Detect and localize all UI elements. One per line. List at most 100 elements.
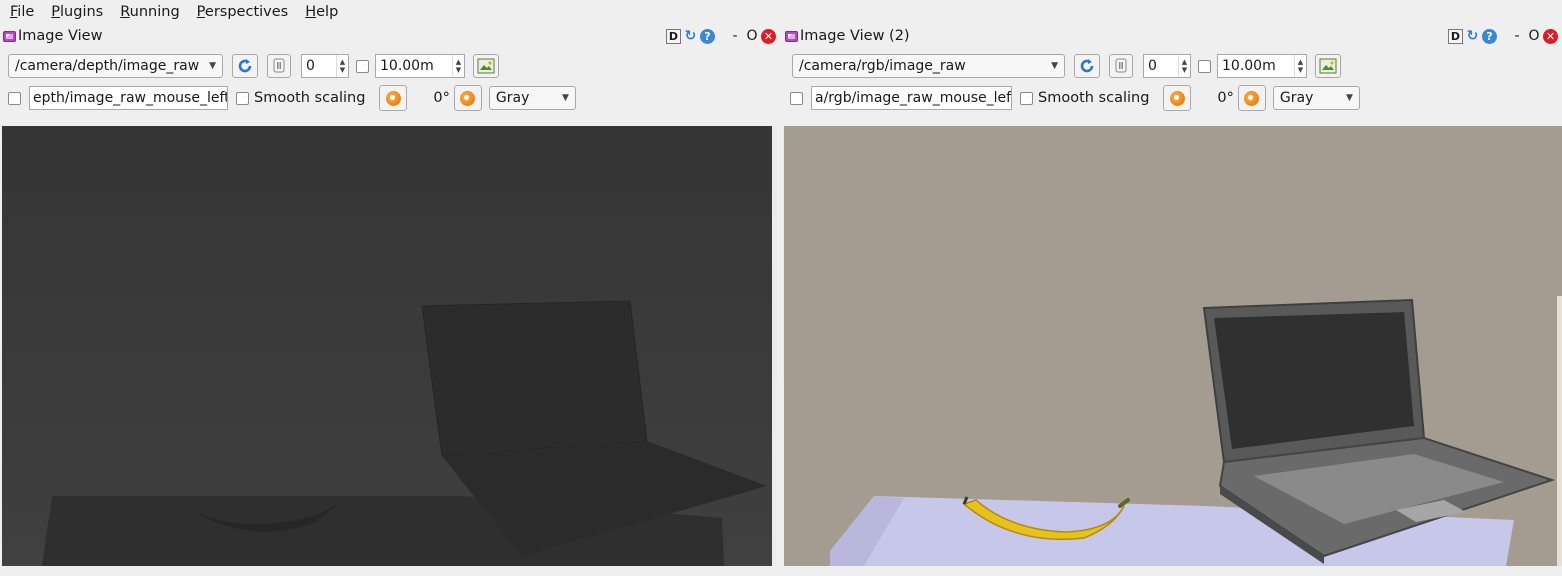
mouse-publish-checkbox[interactable]: [8, 91, 21, 105]
toolbar-row-2: epth/image_raw_mouse_left Smooth scaling…: [8, 85, 576, 111]
chevron-down-icon: ▼: [1051, 61, 1058, 71]
menu-perspectives[interactable]: Perspectives: [187, 0, 296, 24]
rotate-left-button[interactable]: [1163, 85, 1192, 111]
depth-image-display[interactable]: [2, 126, 777, 566]
minimize-button[interactable]: -: [727, 28, 743, 44]
menu-help-label: elp: [316, 4, 339, 20]
window-controls: D ↻ ? - O ✕: [1448, 27, 1558, 45]
spin-arrows-icon[interactable]: ▲ ▼: [1294, 55, 1306, 77]
help-icon[interactable]: ?: [700, 28, 715, 44]
window-controls: D ↻ ? - O ✕: [666, 27, 776, 45]
topic-select-value: /camera/rgb/image_raw: [799, 58, 966, 74]
reload-icon[interactable]: ↻: [683, 29, 698, 44]
dock-button[interactable]: D: [1448, 28, 1463, 44]
topic-select[interactable]: /camera/depth/image_raw ▼: [8, 54, 223, 78]
float-button[interactable]: O: [1527, 28, 1541, 44]
menu-plugins-label: lugins: [60, 4, 104, 20]
toolbar-row-2: a/rgb/image_raw_mouse_left Smooth scalin…: [790, 85, 1360, 111]
close-icon[interactable]: ✕: [1543, 28, 1558, 44]
colormap-select-value: Gray: [495, 90, 530, 106]
rotate-left-icon: [1169, 90, 1185, 106]
spin-arrows-icon[interactable]: ▲ ▼: [452, 55, 464, 77]
colormap-select-value: Gray: [1279, 90, 1314, 106]
range-spinbox-value: 10.00m: [1222, 58, 1276, 74]
save-image-icon: [477, 58, 495, 74]
save-image-button[interactable]: [1315, 54, 1341, 78]
rotate-right-button[interactable]: [1237, 85, 1266, 111]
colormap-select[interactable]: Gray ▼: [488, 86, 576, 110]
menu-running-mnemonic: R: [120, 4, 130, 20]
panel-titlebar[interactable]: Image View D ↻ ? - O ✕: [0, 25, 780, 47]
image-view-icon: [785, 31, 798, 42]
menu-plugins-mnemonic: P: [51, 4, 61, 20]
smooth-scaling-checkbox[interactable]: [1020, 91, 1033, 105]
range-checkbox[interactable]: [1198, 59, 1211, 73]
panel-title: Image View (2): [800, 28, 910, 44]
pause-button[interactable]: [267, 54, 291, 78]
frame-spinbox-value: 0: [306, 58, 315, 74]
chevron-down-icon: ▼: [1345, 93, 1353, 103]
mouse-publish-checkbox[interactable]: [790, 91, 803, 105]
image-view-icon: [3, 31, 16, 42]
colormap-select[interactable]: Gray ▼: [1272, 86, 1360, 110]
panel-titlebar[interactable]: Image View (2) D ↻ ? - O ✕: [782, 25, 1562, 47]
pause-icon: [1115, 58, 1127, 73]
spin-arrows-icon[interactable]: ▲ ▼: [1178, 55, 1190, 77]
mouse-topic-input[interactable]: a/rgb/image_raw_mouse_left: [811, 86, 1012, 110]
rotate-right-icon: [1244, 90, 1260, 106]
menu-help[interactable]: Help: [295, 0, 345, 24]
save-image-button[interactable]: [473, 54, 499, 78]
float-button[interactable]: O: [745, 28, 759, 44]
menu-help-mnemonic: H: [305, 4, 317, 20]
frame-spinbox[interactable]: 0 ▲ ▼: [1143, 54, 1191, 78]
toolbar-row-1: /camera/depth/image_raw ▼ 0 ▲ ▼ 10.00m ▲ ▼: [8, 54, 499, 78]
rotation-value: 0°: [433, 90, 450, 106]
reload-icon[interactable]: ↻: [1465, 29, 1480, 44]
spin-arrows-icon[interactable]: ▲ ▼: [336, 55, 348, 77]
rotation-value: 0°: [1217, 90, 1234, 106]
image-view-panel-depth: Image View D ↻ ? - O ✕ /camera/depth/ima…: [0, 25, 780, 576]
chevron-down-icon: ▼: [209, 61, 216, 71]
refresh-topics-button[interactable]: [232, 54, 258, 78]
rotate-left-button[interactable]: [379, 85, 408, 111]
close-icon[interactable]: ✕: [761, 28, 776, 44]
menu-perspectives-mnemonic: P: [196, 4, 205, 20]
rotate-left-icon: [385, 90, 401, 106]
pause-button[interactable]: [1109, 54, 1133, 78]
rotate-right-button[interactable]: [453, 85, 482, 111]
topic-select[interactable]: /camera/rgb/image_raw ▼: [792, 54, 1065, 78]
panel-title: Image View: [18, 28, 103, 44]
rgb-image: [784, 126, 1562, 566]
range-spinbox[interactable]: 10.00m ▲ ▼: [375, 54, 465, 78]
range-checkbox[interactable]: [356, 59, 369, 73]
menu-file[interactable]: File: [0, 0, 41, 24]
frame-spinbox[interactable]: 0 ▲ ▼: [301, 54, 349, 78]
frame-spinbox-value: 0: [1148, 58, 1157, 74]
refresh-icon: [238, 59, 252, 73]
topic-select-value: /camera/depth/image_raw: [15, 58, 200, 74]
smooth-scaling-label: Smooth scaling: [254, 90, 366, 106]
smooth-scaling-checkbox[interactable]: [236, 91, 249, 105]
menu-file-label: ile: [17, 4, 35, 20]
rotate-right-icon: [460, 90, 476, 106]
smooth-scaling-label: Smooth scaling: [1038, 90, 1150, 106]
help-icon[interactable]: ?: [1482, 28, 1497, 44]
menu-plugins[interactable]: Plugins: [41, 0, 110, 24]
menu-running[interactable]: Running: [110, 0, 186, 24]
mouse-topic-input[interactable]: epth/image_raw_mouse_left: [29, 86, 228, 110]
range-spinbox[interactable]: 10.00m ▲ ▼: [1217, 54, 1307, 78]
chevron-down-icon: ▼: [561, 93, 569, 103]
dock-button[interactable]: D: [666, 28, 681, 44]
image-view-panel-rgb: Image View (2) D ↻ ? - O ✕ /camera/rgb/i…: [782, 25, 1562, 576]
minimize-button[interactable]: -: [1509, 28, 1525, 44]
save-image-icon: [1319, 58, 1337, 74]
rgb-image-display[interactable]: [784, 126, 1562, 566]
range-spinbox-value: 10.00m: [380, 58, 434, 74]
menu-running-label: unning: [129, 4, 180, 20]
refresh-topics-button[interactable]: [1074, 54, 1100, 78]
refresh-icon: [1080, 59, 1094, 73]
menubar: File Plugins Running Perspectives Help: [0, 0, 1562, 24]
pause-icon: [273, 58, 285, 73]
depth-image: [2, 126, 777, 566]
toolbar-row-1: /camera/rgb/image_raw ▼ 0 ▲ ▼ 10.00m ▲ ▼: [790, 54, 1341, 78]
